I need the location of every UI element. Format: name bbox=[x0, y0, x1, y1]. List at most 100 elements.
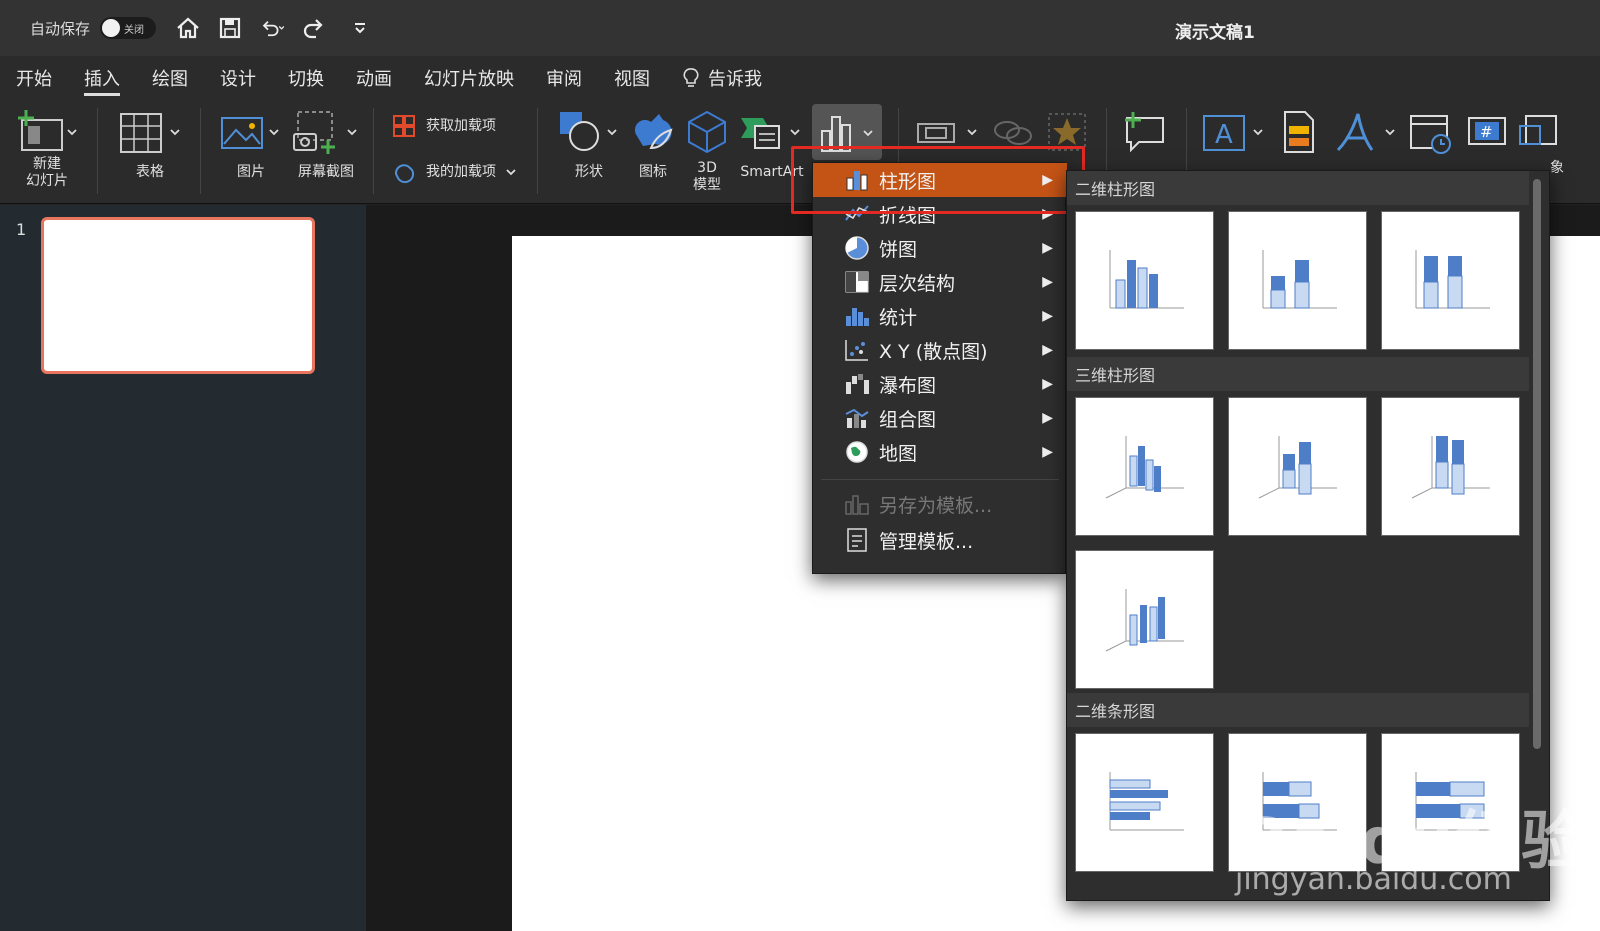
menu-item-manage-template[interactable]: 管理模板... bbox=[813, 523, 1067, 557]
pie-chart-icon bbox=[843, 235, 871, 261]
gallery-section-2d-column: 二维柱形图 bbox=[1067, 171, 1529, 205]
menu-item-pie-chart[interactable]: 饼图 ▶ bbox=[813, 231, 1067, 265]
object-icon bbox=[1519, 115, 1557, 145]
svg-text:A: A bbox=[1215, 120, 1233, 150]
ribbon-tabs: 开始 插入 绘图 设计 切换 动画 幻灯片放映 审阅 视图 告诉我 bbox=[0, 56, 1600, 100]
map-chart-icon bbox=[843, 439, 871, 465]
my-addins-button[interactable]: 我的加载项 bbox=[392, 160, 518, 184]
tab-view[interactable]: 视图 bbox=[614, 56, 650, 100]
autosave-toggle[interactable]: 关闭 bbox=[100, 17, 157, 39]
header-footer-button[interactable] bbox=[1274, 108, 1324, 156]
chart-type-menu: 柱形图 ▶ 折线图 ▶ 饼图 ▶ 层次结构 ▶ 统计 ▶ X Y (散点图) ▶… bbox=[812, 162, 1067, 574]
gallery-section-3d-column: 三维柱形图 bbox=[1067, 357, 1529, 391]
object-button[interactable]: 象 bbox=[1514, 108, 1570, 177]
submenu-arrow-icon: ▶ bbox=[1042, 308, 1053, 324]
gallery-section-2d-bar: 二维条形图 bbox=[1067, 693, 1529, 727]
tab-home[interactable]: 开始 bbox=[16, 56, 52, 100]
icons-icon bbox=[635, 114, 673, 150]
highlight-box bbox=[791, 146, 1085, 214]
gallery-item-100-stacked-column[interactable] bbox=[1381, 211, 1520, 350]
svg-text:#: # bbox=[1480, 123, 1493, 141]
icons-button[interactable]: 图标 bbox=[628, 108, 678, 181]
screenshot-icon bbox=[293, 111, 357, 154]
object-label: 象 bbox=[1550, 160, 1564, 176]
menu-item-label: 管理模板... bbox=[879, 530, 974, 553]
menu-item-label: 瀑布图 bbox=[879, 374, 937, 397]
submenu-arrow-icon: ▶ bbox=[1042, 240, 1053, 256]
ribbon-separator bbox=[537, 108, 538, 194]
home-icon[interactable] bbox=[176, 16, 200, 40]
gallery-scrollbar[interactable] bbox=[1533, 179, 1541, 749]
toggle-knob bbox=[102, 19, 121, 37]
lightbulb-icon bbox=[683, 68, 699, 87]
picture-icon bbox=[221, 117, 279, 149]
gallery-item-clustered-column[interactable] bbox=[1075, 211, 1214, 350]
textbox-button[interactable]: A bbox=[1198, 108, 1270, 156]
date-time-button[interactable] bbox=[1406, 108, 1456, 156]
3d-percent-stacked-column-icon bbox=[1411, 435, 1490, 498]
new-slide-label: 新建 幻灯片 bbox=[26, 156, 68, 189]
shapes-icon bbox=[560, 112, 617, 151]
gallery-item-3d-100-stacked-column[interactable] bbox=[1381, 397, 1520, 536]
tab-design[interactable]: 设计 bbox=[220, 56, 256, 100]
menu-item-combo-chart[interactable]: 组合图 ▶ bbox=[813, 401, 1067, 435]
menu-item-waterfall-chart[interactable]: 瀑布图 ▶ bbox=[813, 367, 1067, 401]
get-addins-button[interactable]: 获取加载项 bbox=[392, 114, 496, 138]
menu-item-statistic-chart[interactable]: 统计 ▶ bbox=[813, 299, 1067, 333]
percent-stacked-column-icon bbox=[1415, 249, 1490, 308]
comment-button[interactable] bbox=[1118, 108, 1172, 156]
tab-insert[interactable]: 插入 bbox=[84, 56, 120, 100]
menu-item-scatter-chart[interactable]: X Y (散点图) ▶ bbox=[813, 333, 1067, 367]
table-button[interactable]: 表格 bbox=[114, 108, 186, 181]
treemap-icon bbox=[843, 269, 871, 295]
3d-stacked-column-icon bbox=[1258, 435, 1337, 498]
picture-button[interactable]: 图片 bbox=[218, 108, 284, 181]
gallery-item-clustered-bar[interactable] bbox=[1075, 733, 1214, 872]
3d-clustered-column-icon bbox=[1105, 435, 1184, 498]
manage-template-icon bbox=[843, 527, 871, 553]
tab-review[interactable]: 审阅 bbox=[546, 56, 582, 100]
tab-draw[interactable]: 绘图 bbox=[152, 56, 188, 100]
menu-item-hierarchy-chart[interactable]: 层次结构 ▶ bbox=[813, 265, 1067, 299]
tab-slideshow[interactable]: 幻灯片放映 bbox=[424, 56, 514, 100]
watermark-url: jingyan.baidu.com bbox=[1235, 862, 1512, 897]
screenshot-label: 屏幕截图 bbox=[298, 164, 354, 180]
combo-chart-icon bbox=[843, 405, 871, 431]
wordart-button[interactable] bbox=[1332, 108, 1404, 156]
ribbon-separator bbox=[373, 108, 374, 194]
tab-animations[interactable]: 动画 bbox=[356, 56, 392, 100]
tab-transitions[interactable]: 切换 bbox=[288, 56, 324, 100]
gallery-item-stacked-column[interactable] bbox=[1228, 211, 1367, 350]
picture-label: 图片 bbox=[237, 164, 265, 180]
shapes-button[interactable]: 形状 bbox=[556, 108, 622, 181]
3d-model-button[interactable]: 3D 模型 bbox=[682, 108, 732, 194]
menu-item-label: 统计 bbox=[879, 306, 918, 329]
new-slide-button[interactable]: 新建 幻灯片 bbox=[14, 108, 80, 190]
statistic-chart-icon bbox=[843, 303, 871, 329]
save-icon[interactable] bbox=[218, 16, 242, 40]
undo-icon[interactable] bbox=[260, 16, 285, 40]
menu-item-map-chart[interactable]: 地图 ▶ bbox=[813, 435, 1067, 469]
menu-item-label: 饼图 bbox=[879, 238, 918, 261]
3d-column-icon bbox=[1105, 588, 1184, 651]
slide-number-button[interactable]: # bbox=[1462, 108, 1512, 156]
gallery-item-3d-column[interactable] bbox=[1075, 550, 1214, 689]
tab-tell-me[interactable]: 告诉我 bbox=[682, 56, 762, 100]
slide-thumbnail[interactable] bbox=[41, 217, 315, 374]
gallery-item-3d-clustered-column[interactable] bbox=[1075, 397, 1214, 536]
waterfall-chart-icon bbox=[843, 371, 871, 397]
gallery-item-3d-stacked-column[interactable] bbox=[1228, 397, 1367, 536]
shapes-label: 形状 bbox=[575, 164, 603, 180]
scatter-chart-icon bbox=[843, 337, 871, 363]
new-slide-icon bbox=[18, 110, 77, 151]
menu-separator bbox=[821, 479, 1059, 480]
customize-icon[interactable] bbox=[348, 16, 372, 40]
slide-number: 1 bbox=[16, 220, 27, 239]
clustered-bar-icon bbox=[1109, 771, 1184, 830]
menu-item-save-template: 另存为模板... bbox=[813, 487, 1067, 521]
submenu-arrow-icon: ▶ bbox=[1042, 410, 1053, 426]
redo-icon[interactable] bbox=[302, 16, 326, 40]
my-addins-label: 我的加载项 bbox=[426, 163, 496, 180]
screenshot-button[interactable]: 屏幕截图 bbox=[288, 108, 364, 181]
new-comment-icon bbox=[1125, 112, 1164, 153]
